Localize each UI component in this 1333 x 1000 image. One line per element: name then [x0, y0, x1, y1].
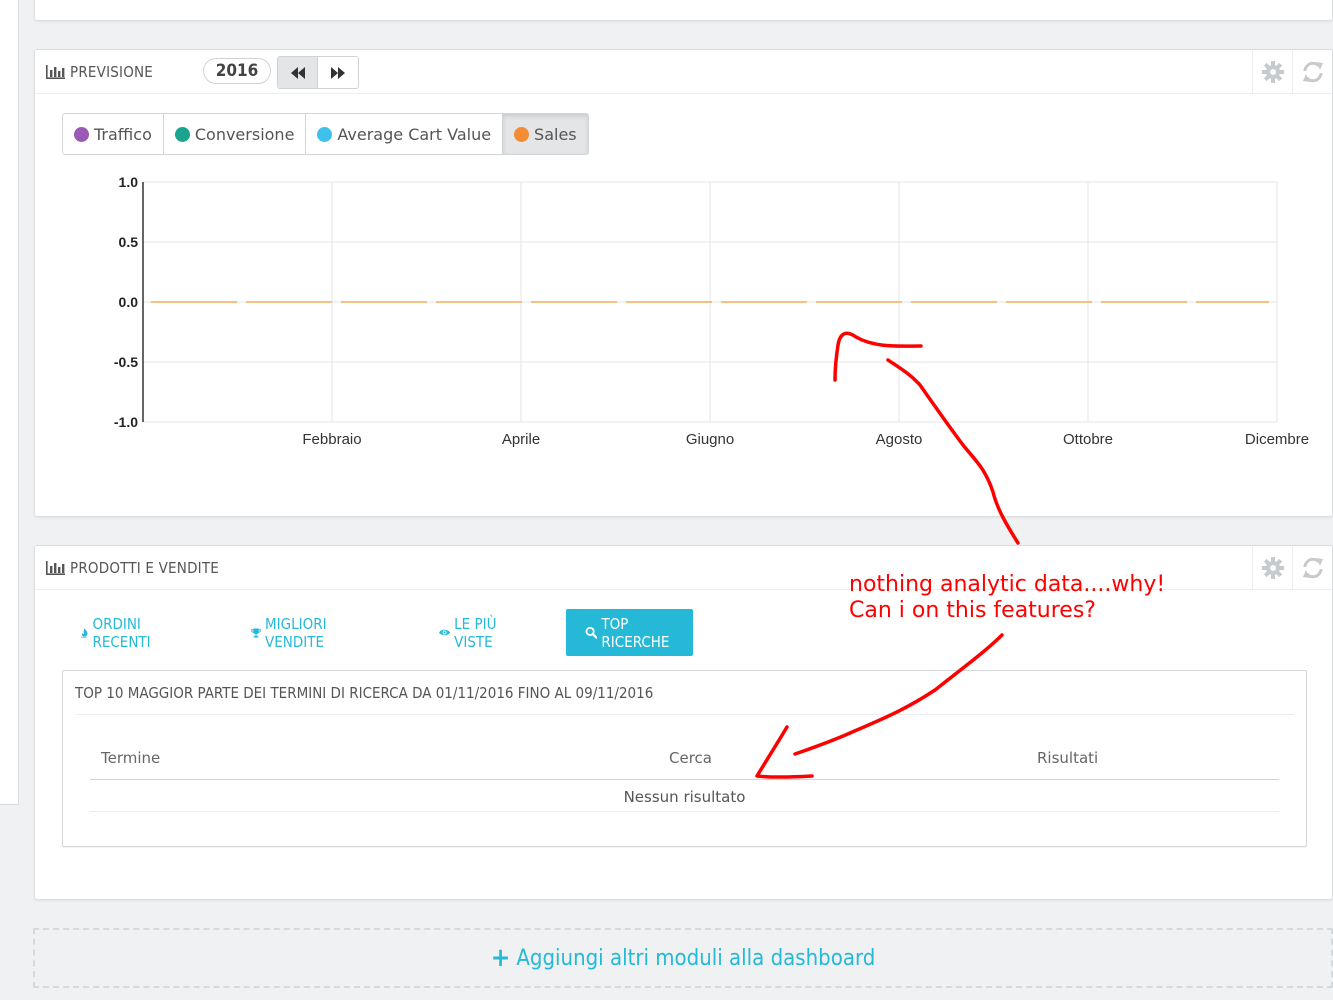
x-tick-label: Agosto [876, 431, 923, 448]
search-icon [585, 626, 598, 639]
column-header-termine[interactable]: Termine [101, 749, 160, 767]
previous-panel-bottom [34, 0, 1333, 21]
top-searches-table: TOP 10 MAGGIOR PARTE DEI TERMINI DI RICE… [62, 670, 1307, 847]
tab-migliori-vendite[interactable]: MIGLIORI VENDITE [251, 609, 335, 656]
tab-top-ricerche[interactable]: TOP RICERCHE [566, 609, 694, 656]
tab-le-piu-viste[interactable]: LE PIÙ VISTE [439, 609, 502, 656]
products-refresh-button[interactable] [1292, 546, 1332, 590]
gear-icon [1261, 557, 1284, 579]
add-modules-button[interactable]: + Aggiungi altri moduli alla dashboard [33, 928, 1333, 988]
column-header-cerca[interactable]: Cerca [669, 749, 712, 767]
annotation-line-1: nothing analytic data....why! [849, 572, 1166, 597]
fire-icon [81, 627, 88, 638]
header-divider [90, 779, 1279, 780]
top-searches-title: TOP 10 MAGGIOR PARTE DEI TERMINI DI RICE… [75, 684, 654, 702]
y-tick-label: -0.5 [114, 354, 138, 370]
products-title: PRODOTTI E VENDITE [46, 559, 219, 577]
annotation-line-2: Can i on this features? [849, 598, 1096, 623]
left-column-edge [0, 0, 19, 805]
bar-chart-icon [46, 561, 65, 575]
sales-forecast-chart: 1.0 0.5 0.0 -0.5 -1.0 Febbraio Aprile Giugno Ago… [114, 174, 1309, 448]
empty-results-message: Nessun risultato [623, 788, 746, 806]
x-tick-label: Ottobre [1063, 431, 1113, 448]
x-tick-label: Giugno [686, 431, 734, 448]
refresh-icon [1302, 557, 1323, 579]
x-tick-label: Aprile [502, 431, 540, 448]
plus-icon: + [490, 943, 511, 973]
products-tools [1252, 546, 1332, 590]
tab-ordini-recenti[interactable]: ORDINI RECENTI [81, 609, 156, 656]
tab-label: TOP RICERCHE [601, 614, 670, 651]
row-divider [90, 811, 1279, 812]
divider [75, 714, 1294, 715]
trophy-icon [251, 628, 261, 637]
tab-label: LE PIÙ VISTE [454, 614, 497, 651]
products-configure-button[interactable] [1252, 546, 1292, 590]
x-tick-label: Febbraio [302, 431, 361, 448]
tab-label: ORDINI RECENTI [92, 614, 151, 651]
products-title-label: PRODOTTI E VENDITE [70, 559, 220, 577]
add-modules-label: Aggiungi altri moduli alla dashboard [516, 945, 876, 971]
forecast-panel: PREVISIONE 2016 Traffico Conversione Ave… [34, 49, 1333, 517]
y-tick-label: 0.0 [119, 294, 139, 310]
annotation-note: nothing analytic data....why! Can i on t… [849, 572, 1165, 624]
y-tick-label: 1.0 [119, 174, 139, 190]
tab-label: MIGLIORI VENDITE [265, 614, 327, 651]
y-tick-label: -1.0 [114, 414, 138, 430]
x-tick-label: Dicembre [1245, 431, 1309, 448]
y-tick-label: 0.5 [119, 234, 139, 250]
column-header-risultati[interactable]: Risultati [1037, 749, 1098, 767]
eye-icon [439, 629, 451, 636]
